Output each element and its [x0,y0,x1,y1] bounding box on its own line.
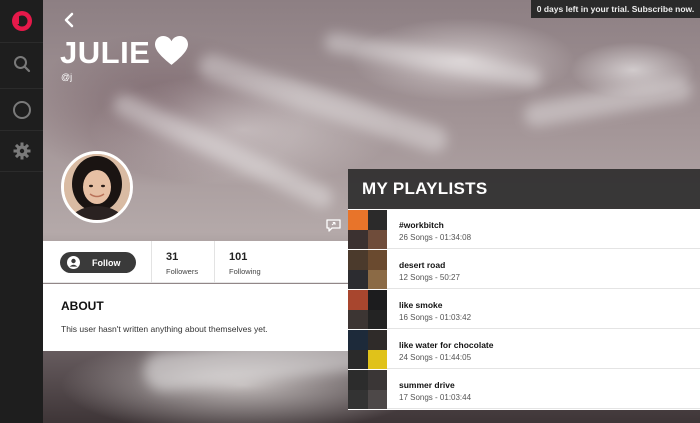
playlist-meta: 16 Songs - 01:03:42 [399,313,472,322]
playlist-cover [348,330,387,369]
sidebar-item-settings[interactable] [0,130,43,172]
beats-logo-button[interactable] [0,0,43,42]
profile-handle: @j [61,72,73,82]
settings-icon [13,142,30,160]
heart-icon[interactable] [155,36,188,66]
playlist-meta: 17 Songs - 01:03:44 [399,393,472,402]
followers-stat[interactable]: 31 Followers [166,251,198,276]
profile-name: JULIE [60,35,151,70]
radio-icon [12,100,31,119]
playlist-item[interactable]: like smoke 16 Songs - 01:03:42 [348,289,700,329]
beats-logo-icon [11,11,32,31]
playlist-meta: 24 Songs - 01:44:05 [399,353,472,362]
playlist-cover [348,370,387,409]
playlist-cover [348,210,387,249]
divider [151,241,152,283]
sidebar [0,0,43,423]
comment-icon[interactable] [326,219,341,233]
playlist-item[interactable]: #workbitch 26 Songs - 01:34:08 [348,209,700,249]
back-arrow-icon[interactable] [61,12,77,28]
followers-count: 31 [166,251,179,263]
playlist-title: summer drive [399,380,455,390]
trial-banner-text: 0 days left in your trial. Subscribe now… [536,4,695,14]
sidebar-item-search[interactable] [0,42,43,84]
playlist-title: #workbitch [399,220,444,230]
playlists-title: MY PLAYLISTS [348,169,700,209]
about-title: ABOUT [61,299,104,313]
user-icon [67,256,80,269]
playlist-title: like water for chocolate [399,340,494,350]
trial-banner[interactable]: 0 days left in your trial. Subscribe now… [531,0,700,18]
playlist-item[interactable]: like water for chocolate 24 Songs - 01:4… [348,329,700,369]
playlist-cover [348,290,387,329]
playlist-title: desert road [399,260,446,270]
follow-button[interactable]: Follow [60,252,136,273]
follow-button-label: Follow [92,257,121,268]
playlist-meta: 26 Songs - 01:34:08 [399,233,472,242]
following-count: 101 [229,251,248,263]
followers-label: Followers [166,267,199,276]
playlist-cover [348,250,387,289]
following-label: Following [229,267,261,276]
playlist-item[interactable]: desert road 12 Songs - 50:27 [348,249,700,289]
about-text: This user hasn't written anything about … [61,324,268,334]
playlist-title: like smoke [399,300,443,310]
search-icon [13,55,30,72]
divider [214,241,215,283]
avatar-photo [64,154,130,220]
playlist-meta: 12 Songs - 50:27 [399,273,460,282]
playlist-item[interactable]: summer drive 17 Songs - 01:03:44 [348,369,700,409]
following-stat[interactable]: 101 Following [229,251,261,276]
sidebar-item-radio[interactable] [0,88,43,130]
playlist-list: #workbitch 26 Songs - 01:34:08 desert ro… [348,209,700,410]
about-section: ABOUT This user hasn't written anything … [43,284,348,351]
avatar [61,151,133,223]
profile-stats: Follow 31 Followers 101 Following [43,241,348,283]
